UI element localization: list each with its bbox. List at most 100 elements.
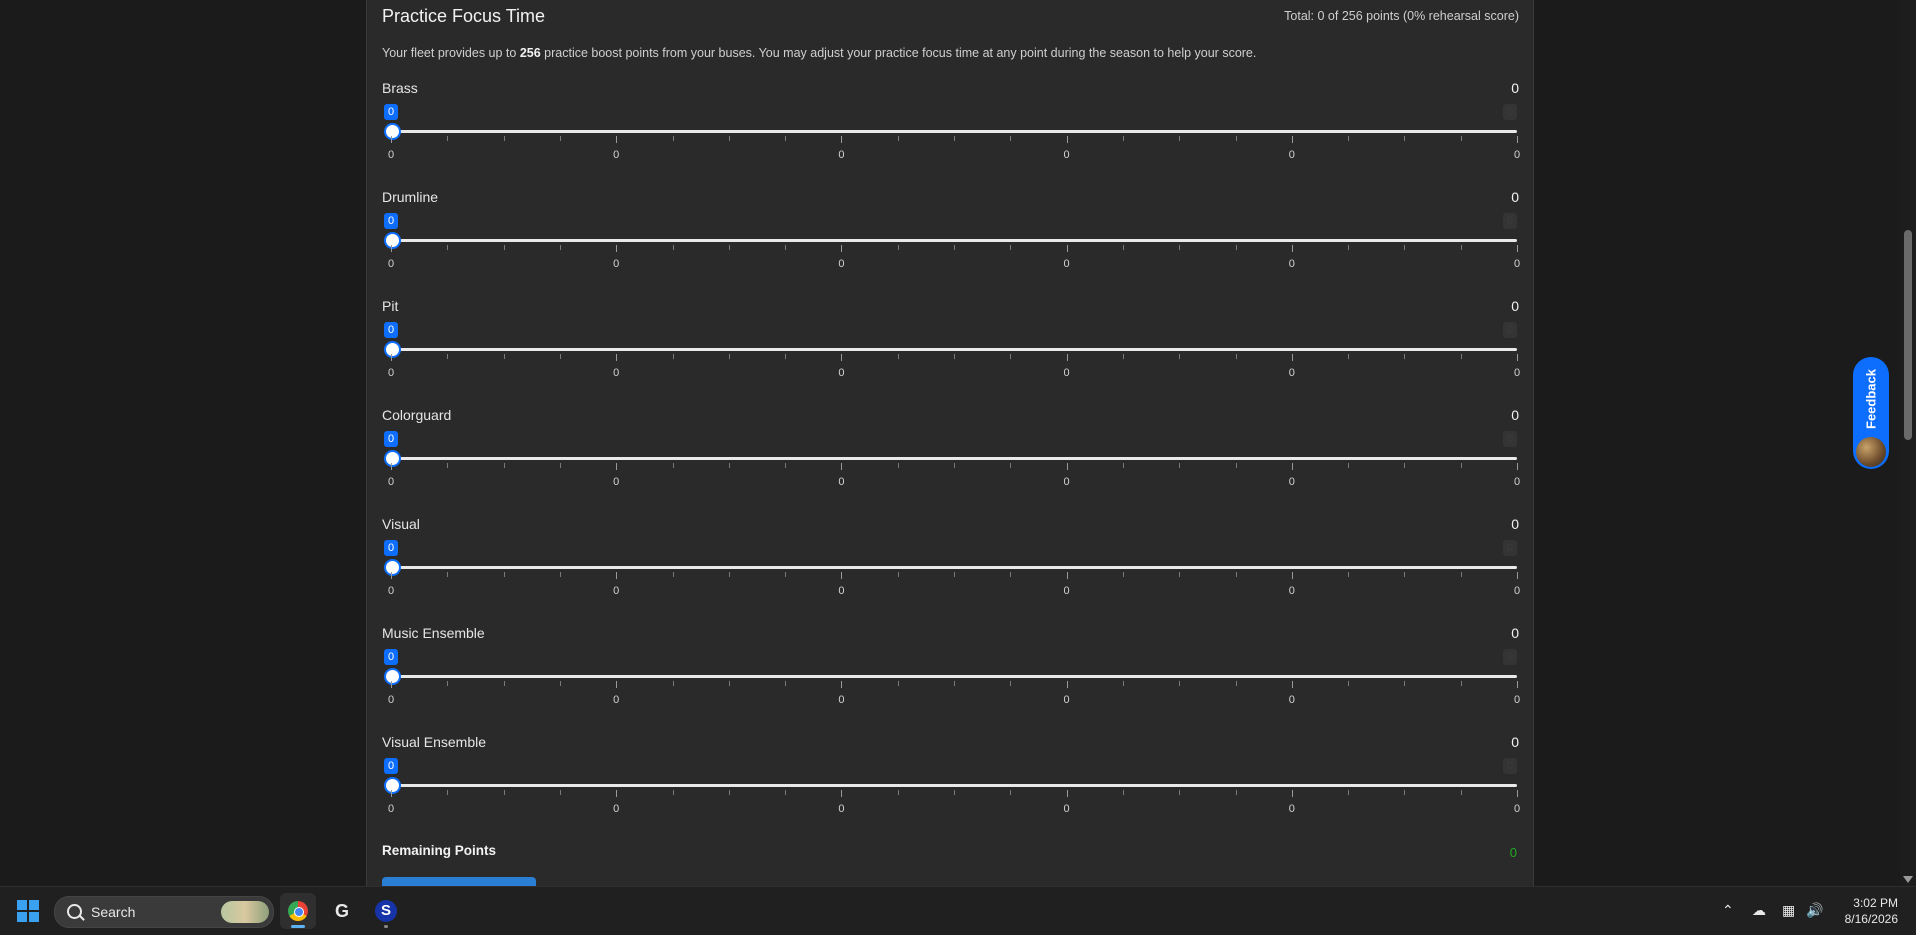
slider-tick [1066, 463, 1068, 470]
slider-tick [1348, 354, 1350, 359]
slider-tick [616, 136, 618, 143]
slider-tick-label: 0 [1063, 585, 1070, 597]
slider-tick-label: 0 [1513, 258, 1521, 270]
slider-tick [1517, 790, 1518, 797]
onedrive-icon[interactable]: ☁ [1752, 902, 1766, 919]
slider-tick [391, 572, 392, 579]
slider-tick [897, 790, 899, 795]
slider-value: 0 [1511, 516, 1519, 532]
page-scrollbar[interactable] [1900, 0, 1916, 886]
slider-tick [391, 245, 392, 252]
slider-section: Visual Ensemble 0 0 0 0 0 0 0 0 0 [367, 734, 1533, 834]
slider-tick [1291, 681, 1293, 688]
search-placeholder: Search [91, 904, 136, 920]
slider-tick [1517, 354, 1518, 361]
slider-tick [616, 572, 618, 579]
slider-tick [503, 790, 505, 795]
slider-thumb[interactable] [384, 559, 401, 576]
slider-tick [1460, 463, 1462, 468]
slider-track[interactable] [391, 566, 1517, 569]
scrollbar-thumb[interactable] [1904, 230, 1912, 440]
slider-thumb[interactable] [384, 777, 401, 794]
slider-thumb[interactable] [384, 123, 401, 140]
slider-tick [1179, 790, 1181, 795]
slider-value-bubble: 0 [384, 213, 398, 229]
practice-focus-panel: Practice Focus Time Total: 0 of 256 poin… [366, 0, 1534, 886]
slider-tick [447, 245, 449, 250]
slider-section: Music Ensemble 0 0 0 0 0 0 0 0 0 [367, 625, 1533, 725]
slider-tick [785, 136, 787, 141]
clock-time: 3:02 PM [1853, 896, 1898, 910]
slider-tick-label: 0 [1513, 694, 1521, 706]
slider-tick [897, 136, 899, 141]
slider-track[interactable] [391, 675, 1517, 678]
slider-tick [1066, 354, 1068, 361]
chevron-up-icon[interactable]: ⌃ [1722, 902, 1734, 919]
slider-tick-label: 0 [1063, 476, 1070, 488]
slider-tick-label: 0 [1063, 149, 1070, 161]
slider-section: Drumline 0 0 0 0 0 0 0 0 0 [367, 189, 1533, 289]
slider-tick-label: 0 [387, 803, 395, 815]
slider-track[interactable] [391, 130, 1517, 133]
s-app-icon: S [375, 900, 397, 922]
system-clock[interactable]: 3:02 PM 8/16/2026 [1845, 895, 1898, 927]
slider-tick [447, 572, 449, 577]
slider-tick [1010, 245, 1012, 250]
slider-tick [672, 136, 674, 141]
slider-thumb[interactable] [384, 341, 401, 358]
slider-tick-label: 0 [838, 476, 845, 488]
slider-tick [503, 136, 505, 141]
slider-tick [391, 354, 392, 361]
remaining-points-value: 0 [1509, 845, 1517, 860]
feedback-button[interactable]: Feedback [1853, 357, 1889, 469]
slider-tick [1179, 572, 1181, 577]
slider-tick [897, 572, 899, 577]
windows-taskbar: Search G S ⌃ ☁ ▦ 🔊 3:02 PM 8/16/2026 [0, 886, 1916, 935]
taskbar-g-hub[interactable]: G [324, 893, 360, 929]
slider-tick [728, 681, 730, 686]
slider-tick [728, 136, 730, 141]
slider-tick [954, 572, 955, 577]
slider-tick [1517, 136, 1518, 143]
slider-track[interactable] [391, 784, 1517, 787]
slider-track[interactable] [391, 348, 1517, 351]
slider-thumb[interactable] [384, 450, 401, 467]
slider-tick [1066, 245, 1068, 252]
taskbar-chrome[interactable] [280, 893, 316, 929]
active-indicator [291, 925, 305, 928]
slider-tick [841, 572, 843, 579]
taskbar-search-box[interactable]: Search [54, 896, 274, 928]
slider-thumb[interactable] [384, 232, 401, 249]
slider-tick [841, 245, 843, 252]
panel-description: Your fleet provides up to 256 practice b… [382, 46, 1256, 60]
network-icon[interactable]: ▦ [1782, 902, 1795, 919]
slider-tick [559, 136, 561, 141]
slider-tick [1235, 354, 1237, 359]
slider-tick-label: 0 [1513, 476, 1521, 488]
windows-start-icon[interactable] [17, 900, 39, 922]
feedback-avatar [1856, 437, 1886, 467]
slider-tick [1291, 136, 1293, 143]
slider-tick [1179, 681, 1181, 686]
slider-tick-label: 0 [1513, 803, 1521, 815]
volume-icon[interactable]: 🔊 [1806, 902, 1823, 919]
slider-max-bubble: 0 [1503, 213, 1517, 229]
slider-label: Pit [382, 298, 399, 314]
slider-track[interactable] [391, 457, 1517, 460]
slider-tick [1517, 463, 1518, 470]
slider-value-bubble: 0 [384, 104, 398, 120]
slider-tick [616, 790, 618, 797]
slider-tick [391, 463, 392, 470]
slider-thumb[interactable] [384, 668, 401, 685]
scroll-down-arrow-icon[interactable] [1903, 876, 1913, 883]
search-icon [67, 904, 82, 919]
slider-tick [1291, 790, 1293, 797]
slider-track[interactable] [391, 239, 1517, 242]
slider-tick-label: 0 [387, 585, 395, 597]
slider-tick-label: 0 [838, 258, 845, 270]
save-button[interactable] [382, 877, 536, 886]
slider-tick [1010, 463, 1012, 468]
slider-tick [447, 136, 449, 141]
slider-tick [954, 681, 955, 686]
taskbar-s-app[interactable]: S [368, 893, 404, 929]
